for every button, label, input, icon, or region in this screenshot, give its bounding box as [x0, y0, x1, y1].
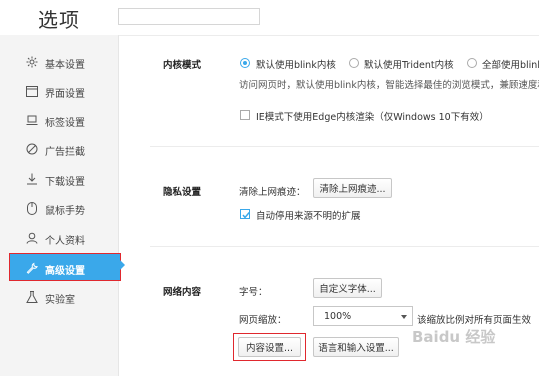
sidebar-item-label: 高级设置: [45, 266, 85, 277]
sidebar-item-label: 界面设置: [45, 89, 85, 100]
web-content-section-title: 网络内容: [163, 287, 202, 298]
zoom-note: 该缩放比例对所有页面生效: [417, 315, 532, 326]
sidebar-item-profile[interactable]: 个人资料: [0, 224, 119, 252]
sidebar-item-basic[interactable]: 基本设置: [0, 48, 119, 76]
download-icon: [26, 172, 38, 186]
sidebar-item-label: 鼠标手势: [45, 206, 85, 217]
clear-history-button[interactable]: 清除上网痕迹...: [313, 178, 392, 198]
auto-disable-extensions-checkbox[interactable]: [240, 209, 250, 219]
kernel-radio-all-blink[interactable]: [467, 58, 477, 68]
active-indicator-arrow: [119, 259, 125, 271]
sidebar-item-label: 下载设置: [45, 177, 85, 188]
watermark: Baidu 经验: [412, 328, 496, 346]
user-icon: [26, 231, 38, 245]
sidebar-item-label: 实验室: [45, 295, 75, 306]
kernel-radio-trident[interactable]: [349, 58, 359, 68]
sidebar-item-label: 标签设置: [45, 118, 85, 129]
clear-history-label: 清除上网痕迹：: [239, 187, 306, 198]
custom-font-button[interactable]: 自定义字体...: [313, 278, 382, 298]
kernel-option-label: 默认使用blink内核: [256, 60, 336, 71]
sidebar-item-tabs[interactable]: 标签设置: [0, 106, 119, 134]
block-icon: [26, 142, 38, 156]
content-settings-button[interactable]: 内容设置...: [238, 337, 301, 357]
options-title: 选项: [38, 8, 80, 32]
mouse-icon: [26, 201, 38, 215]
sidebar-item-label: 个人资料: [45, 236, 85, 247]
ie-edge-label: IE模式下使用Edge内核渲染（仅Windows 10下有效）: [256, 112, 489, 123]
sidebar-item-interface[interactable]: 界面设置: [0, 77, 119, 105]
kernel-option-label: 默认使用Trident内核: [364, 60, 454, 71]
sidebar-item-advanced[interactable]: 高级设置: [9, 253, 121, 281]
auto-disable-extensions-label: 自动停用来源不明的扩展: [256, 211, 361, 222]
section-divider: [150, 146, 539, 147]
chevron-down-icon: [401, 315, 407, 319]
sidebar-item-label: 广告拦截: [45, 147, 85, 158]
kernel-section-title: 内核模式: [163, 60, 202, 71]
kernel-option-label: 全部使用blink内: [482, 60, 539, 71]
sidebar: 基本设置 界面设置 标签设置 广告拦截 下载设置 鼠标手势 个人资料 高级设置 …: [0, 35, 121, 376]
language-input-settings-button[interactable]: 语言和输入设置...: [313, 337, 399, 357]
sidebar-item-download[interactable]: 下载设置: [0, 165, 119, 193]
wrench-icon: [26, 261, 38, 275]
gear-icon: [26, 55, 38, 69]
title-bar: [0, 0, 539, 35]
sidebar-item-mouse-gesture[interactable]: 鼠标手势: [0, 194, 119, 222]
sidebar-item-lab[interactable]: 实验室: [0, 283, 119, 311]
laptop-icon: [26, 113, 38, 127]
kernel-radio-blink[interactable]: [240, 58, 250, 68]
checkmark-icon: [242, 212, 250, 219]
zoom-select[interactable]: 100%: [313, 306, 413, 326]
kernel-description: 访问网页时，默认使用blink内核，智能选择最佳的浏览模式，兼顾速度和兼: [239, 80, 539, 91]
font-size-label: 字号：: [239, 287, 268, 298]
window-icon: [26, 84, 38, 98]
zoom-label: 网页缩放：: [239, 315, 287, 326]
section-divider: [150, 246, 539, 247]
sidebar-item-label: 基本设置: [45, 60, 85, 71]
flask-icon: [26, 290, 38, 304]
search-input[interactable]: [118, 8, 260, 25]
zoom-value: 100%: [324, 311, 352, 322]
privacy-section-title: 隐私设置: [163, 187, 202, 198]
ie-edge-checkbox[interactable]: [240, 110, 250, 120]
sidebar-item-adblock[interactable]: 广告拦截: [0, 135, 119, 163]
